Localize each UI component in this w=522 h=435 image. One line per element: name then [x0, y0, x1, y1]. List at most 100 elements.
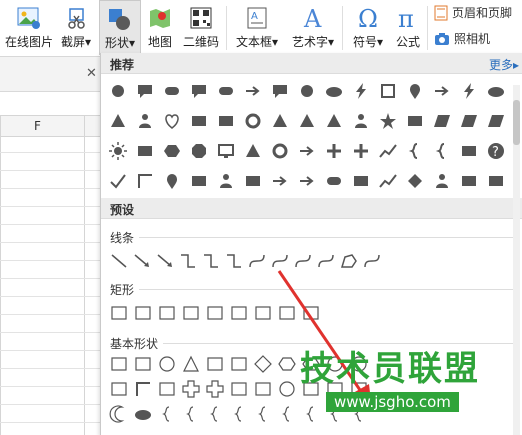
map-button[interactable]: 地图 — [145, 0, 175, 54]
line-linearrow-icon[interactable] — [153, 249, 177, 273]
shape-person-icon[interactable] — [133, 109, 157, 133]
shape-rect-icon[interactable] — [187, 169, 211, 193]
basic-orect-icon[interactable] — [227, 352, 251, 376]
rectangle-shape-icon[interactable] — [107, 301, 131, 325]
shape-rrect-icon[interactable] — [214, 79, 238, 103]
rectangle-shape-icon[interactable] — [227, 301, 251, 325]
rectangle-shape-icon[interactable] — [131, 301, 155, 325]
shape-rrect-icon[interactable] — [322, 169, 346, 193]
shape-star-icon[interactable] — [376, 109, 400, 133]
basic-odiamond-icon[interactable] — [251, 352, 275, 376]
basic-obrace-icon[interactable] — [203, 402, 227, 426]
shape-rect-icon[interactable] — [484, 169, 508, 193]
shape-ring-icon[interactable] — [241, 109, 265, 133]
basic-orect-icon[interactable] — [155, 377, 179, 401]
camera-button[interactable]: 照相机 — [434, 30, 490, 47]
shape-ring-icon[interactable] — [268, 139, 292, 163]
shape-brace-icon[interactable] — [403, 139, 427, 163]
shape-circle-icon[interactable] — [295, 79, 319, 103]
line-curve-icon[interactable] — [314, 249, 338, 273]
header-footer-button[interactable]: 页眉和页脚 — [434, 4, 512, 21]
shape-speech-icon[interactable] — [268, 79, 292, 103]
shape-tri-icon[interactable] — [106, 109, 130, 133]
shape-bolt-icon[interactable] — [457, 79, 481, 103]
basic-obrace-icon[interactable] — [275, 402, 299, 426]
line-freeform-icon[interactable] — [337, 249, 361, 273]
shape-rect-icon[interactable] — [403, 109, 427, 133]
shape-para-icon[interactable] — [430, 109, 454, 133]
shape-arrow-icon[interactable] — [295, 169, 319, 193]
line-curve-icon[interactable] — [291, 249, 315, 273]
shape-sun-icon[interactable] — [106, 139, 130, 163]
basic-ohex-icon[interactable] — [275, 352, 299, 376]
formula-button[interactable]: π 公式 — [393, 0, 423, 54]
basic-otri-icon[interactable] — [179, 352, 203, 376]
shape-pin-icon[interactable] — [160, 169, 184, 193]
shape-diamond-icon[interactable] — [403, 169, 427, 193]
rectangle-shape-icon[interactable] — [155, 301, 179, 325]
rectangle-shape-icon[interactable] — [299, 301, 323, 325]
shape-cloud-icon[interactable] — [484, 79, 508, 103]
shape-tri-icon[interactable] — [241, 139, 265, 163]
shape-tri-icon[interactable] — [268, 109, 292, 133]
shape-oct-icon[interactable] — [187, 139, 211, 163]
line-curve-icon[interactable] — [268, 249, 292, 273]
shape-hex-icon[interactable] — [160, 139, 184, 163]
shape-rect-icon[interactable] — [187, 109, 211, 133]
basic-orect-icon[interactable] — [227, 377, 251, 401]
line-line-icon[interactable] — [107, 249, 131, 273]
column-header-f[interactable]: F — [0, 115, 100, 137]
shape-monitor-icon[interactable] — [214, 139, 238, 163]
scrollbar-thumb[interactable] — [513, 100, 520, 145]
rectangle-shape-icon[interactable] — [203, 301, 227, 325]
basic-orect-icon[interactable] — [107, 352, 131, 376]
basic-omoon-icon[interactable] — [107, 402, 131, 426]
shape-square-icon[interactable] — [376, 79, 400, 103]
shape-tri-icon[interactable] — [295, 109, 319, 133]
basic-oplus-icon[interactable] — [179, 377, 203, 401]
basic-oplus-icon[interactable] — [203, 377, 227, 401]
shape-chart-icon[interactable] — [376, 169, 400, 193]
shape-plus-icon[interactable] — [349, 139, 373, 163]
shape-arrow-icon[interactable] — [295, 139, 319, 163]
line-curve-icon[interactable] — [360, 249, 384, 273]
basic-ocircle-icon[interactable] — [155, 352, 179, 376]
shape-person-icon[interactable] — [349, 109, 373, 133]
shape-corner-icon[interactable] — [133, 169, 157, 193]
basic-cloud-icon[interactable] — [131, 402, 155, 426]
shape-para-icon[interactable] — [457, 109, 481, 133]
shape-para-icon[interactable] — [484, 109, 508, 133]
shape-bolt-icon[interactable] — [349, 79, 373, 103]
line-elbow-icon[interactable] — [176, 249, 200, 273]
shape-person-icon[interactable] — [430, 169, 454, 193]
wordart-button[interactable]: A 艺术字▾ — [288, 0, 338, 54]
shape-speech-icon[interactable] — [133, 79, 157, 103]
shape-arrow-icon[interactable] — [430, 79, 454, 103]
shape-pin-icon[interactable] — [403, 79, 427, 103]
textbox-button[interactable]: A 文本框▾ — [232, 0, 282, 54]
shape-arrow-icon[interactable] — [268, 169, 292, 193]
shape-rect-icon[interactable] — [241, 169, 265, 193]
shapes-button[interactable]: 形状▾ — [99, 0, 141, 55]
close-icon[interactable]: ✕ — [86, 66, 97, 81]
spreadsheet-area[interactable] — [0, 92, 100, 435]
basic-orect-icon[interactable] — [251, 377, 275, 401]
online-image-button[interactable]: 在线图片 — [2, 0, 56, 54]
shape-rect-icon[interactable] — [214, 109, 238, 133]
shape-arrow-icon[interactable] — [241, 79, 265, 103]
more-link[interactable]: 更多▸ — [489, 56, 519, 73]
shape-cloud-icon[interactable] — [322, 79, 346, 103]
shape-tri-icon[interactable] — [322, 109, 346, 133]
shape-rect-icon[interactable] — [349, 169, 373, 193]
shape-person-icon[interactable] — [214, 169, 238, 193]
shape-chart-icon[interactable] — [376, 139, 400, 163]
basic-obrace-icon[interactable] — [299, 402, 323, 426]
basic-obrace-icon[interactable] — [227, 402, 251, 426]
basic-orect-icon[interactable] — [107, 377, 131, 401]
shape-heart-icon[interactable] — [160, 109, 184, 133]
rectangle-shape-icon[interactable] — [179, 301, 203, 325]
symbol-button[interactable]: Ω 符号▾ — [346, 0, 390, 54]
shape-rect-icon[interactable] — [457, 139, 481, 163]
line-elbow-icon[interactable] — [199, 249, 223, 273]
shape-plus-icon[interactable] — [322, 139, 346, 163]
